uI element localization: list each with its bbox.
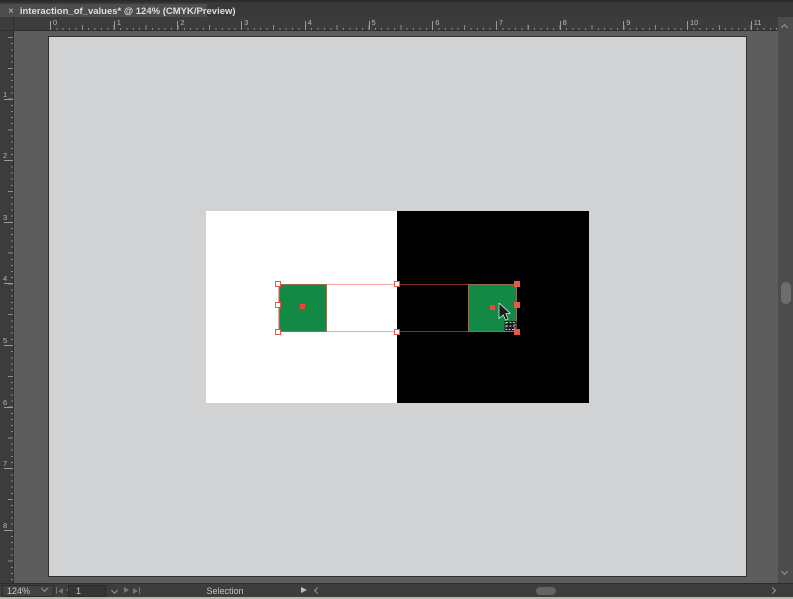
scroll-down-icon[interactable] [781,568,788,575]
ruler-label: 4 [308,18,312,27]
document-title: interaction_of_values* @ 124% (CMYK/Prev… [20,6,236,17]
ruler-label: 3 [244,18,248,27]
document-tab-bar: × interaction_of_values* @ 124% (CMYK/Pr… [0,0,793,17]
ruler-label: 10 [690,18,698,27]
ruler-label: 8 [563,18,567,27]
ruler-label: 11 [754,18,762,27]
ruler-label: 1 [3,90,7,99]
ruler-label: 5 [372,18,376,27]
ruler-corner[interactable] [0,17,14,31]
vertical-scrollbar-thumb[interactable] [781,282,791,304]
artboard-dropdown-icon[interactable] [111,587,118,594]
ruler-label: 3 [3,213,7,222]
selection-handle-bl[interactable] [275,329,281,335]
ruler-left[interactable]: 1 2 3 4 5 6 7 8 [0,31,14,583]
status-tool-label[interactable]: Selection [150,586,300,596]
ruler-label: 0 [53,18,57,27]
ruler-label: 2 [3,151,7,160]
artboard-number-value: 1 [76,587,81,596]
selection-handle-mr[interactable] [514,302,520,308]
ruler-top[interactable]: 0 1 2 3 4 5 6 7 8 9 10 11 [14,17,778,31]
close-icon[interactable]: × [8,7,14,17]
first-artboard-icon [58,588,63,594]
last-artboard-icon [133,588,138,594]
artboard-number-field[interactable]: 1 [68,585,106,597]
next-artboard-icon [124,587,129,593]
center-point-left[interactable] [300,304,305,309]
status-bar: 124% 1 Selection [0,583,793,597]
ruler-label: 7 [499,18,503,27]
ruler-label: 8 [3,521,7,530]
selection-handle-ml[interactable] [275,302,281,308]
selection-handle-tl[interactable] [275,281,281,287]
ruler-label: 4 [3,274,7,283]
status-menu-arrow-icon[interactable] [301,587,307,593]
ruler-label: 6 [3,398,7,407]
status-back-icon[interactable] [314,587,321,594]
scroll-up-icon[interactable] [781,24,788,31]
last-artboard-button[interactable] [133,587,140,594]
ruler-label: 7 [3,459,7,468]
ruler-label: 5 [3,336,7,345]
scroll-right-icon[interactable] [769,587,776,594]
selection-handle-br[interactable] [514,329,520,335]
ruler-label: 1 [117,18,121,27]
selection-handle-tc[interactable] [394,281,400,287]
ruler-label: 2 [180,18,184,27]
illustrator-window: × interaction_of_values* @ 124% (CMYK/Pr… [0,0,793,599]
horizontal-scrollbar-thumb[interactable] [536,587,556,595]
ruler-label: 6 [435,18,439,27]
ruler-label: 9 [626,18,630,27]
next-artboard-button[interactable] [124,587,129,593]
first-artboard-button[interactable] [56,587,63,594]
vertical-scrollbar[interactable] [778,17,793,583]
selection-handle-tr[interactable] [514,281,520,287]
zoom-level-value: 124% [7,587,30,596]
center-point-right[interactable] [490,305,495,310]
selection-handle-bc[interactable] [394,329,400,335]
